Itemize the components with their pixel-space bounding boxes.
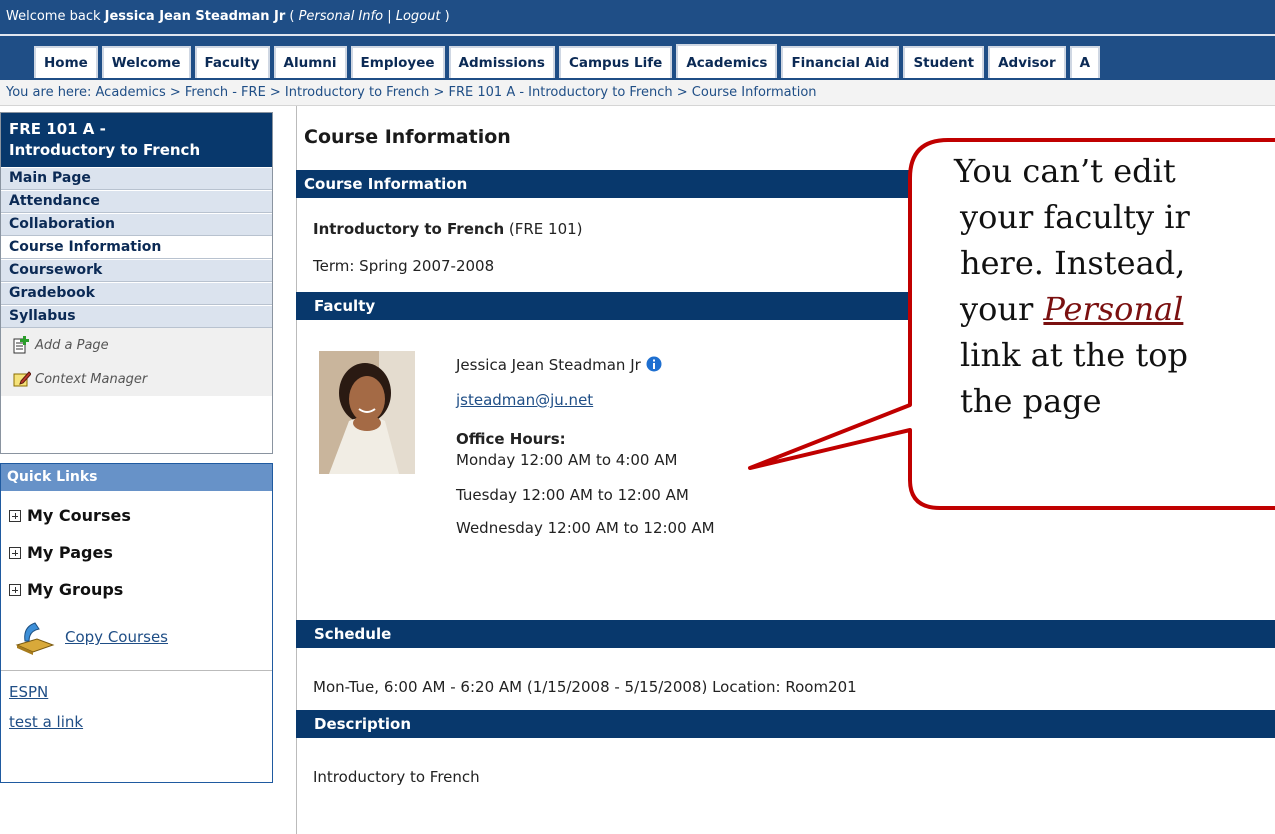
callout-line-4: your Personal (920, 286, 1275, 332)
breadcrumb: You are here: Academics > French - FRE >… (0, 80, 1275, 106)
course-name: Introductory to French (313, 220, 505, 238)
quick-links-heading: Quick Links (1, 464, 272, 491)
quick-link-espn[interactable]: ESPN (1, 677, 272, 707)
tab-financial-aid[interactable]: Financial Aid (781, 46, 900, 78)
faculty-photo (319, 351, 415, 474)
course-code: (FRE 101) (504, 220, 583, 238)
add-page-label: Add a Page (35, 337, 109, 353)
add-page-icon (13, 336, 29, 354)
sidebar-item-gradebook[interactable]: Gradebook (1, 282, 272, 305)
callout-line-5: link at the top (960, 336, 1188, 374)
schedule-header: Schedule (296, 620, 1275, 648)
office-hours-monday: Monday 12:00 AM to 4:00 AM (456, 451, 678, 469)
office-hours-wednesday: Wednesday 12:00 AM to 12:00 AM (456, 519, 715, 537)
sidebar-item-coursework[interactable]: Coursework (1, 259, 272, 282)
tab-faculty[interactable]: Faculty (194, 46, 270, 78)
quick-link-test[interactable]: test a link (1, 707, 272, 737)
tab-welcome[interactable]: Welcome (101, 46, 191, 78)
tab-row: Home Welcome Faculty Alumni Employee Adm… (0, 36, 1275, 80)
personal-info-link[interactable]: Personal Info (299, 9, 383, 24)
my-groups-label: My Groups (27, 580, 124, 599)
tab-campus-life[interactable]: Campus Life (558, 46, 673, 78)
context-manager-icon (13, 371, 31, 387)
description-header: Description (296, 710, 1275, 738)
tab-employee[interactable]: Employee (350, 46, 445, 78)
welcome-text: Welcome back (6, 9, 105, 24)
tab-academics[interactable]: Academics (676, 44, 778, 78)
callout-line-6: the page (960, 382, 1102, 420)
sidebar-item-main-page[interactable]: Main Page (1, 167, 272, 190)
schedule-text: Mon-Tue, 6:00 AM - 6:20 AM (1/15/2008 - … (313, 678, 857, 696)
tab-admissions[interactable]: Admissions (448, 46, 555, 78)
copy-courses-icon (15, 622, 55, 655)
context-manager-link[interactable]: Context Manager (1, 362, 272, 396)
context-manager-label: Context Manager (35, 371, 148, 387)
sidebar-item-attendance[interactable]: Attendance (1, 190, 272, 213)
my-pages-label: My Pages (27, 543, 113, 562)
callout-line-1: You can’t edit (954, 152, 1176, 190)
page-title: Course Information (304, 126, 511, 148)
office-hours-tuesday: Tuesday 12:00 AM to 12:00 AM (456, 486, 689, 504)
separator: | (383, 9, 396, 24)
sidebar-item-course-information[interactable]: Course Information (1, 236, 272, 259)
user-name: Jessica Jean Steadman Jr (104, 9, 286, 24)
quick-links-panel: Quick Links My Courses My Pages My Group… (0, 463, 273, 783)
my-courses-label: My Courses (27, 506, 131, 525)
faculty-name: Jessica Jean Steadman Jr (456, 356, 641, 374)
my-courses-toggle[interactable]: My Courses (1, 497, 272, 534)
office-hours-label: Office Hours: (456, 430, 566, 448)
course-nav: FRE 101 A - Introductory to French Main … (0, 112, 273, 454)
tab-alumni[interactable]: Alumni (273, 46, 347, 78)
main-tabs: Home Welcome Faculty Alumni Employee Adm… (34, 44, 1104, 78)
faculty-email-link[interactable]: jsteadman@ju.net (456, 391, 593, 409)
expand-icon (9, 510, 21, 522)
sidebar-item-collaboration[interactable]: Collaboration (1, 213, 272, 236)
my-pages-toggle[interactable]: My Pages (1, 534, 272, 571)
tab-a-truncated[interactable]: A (1069, 46, 1101, 78)
expand-icon (9, 547, 21, 559)
tab-student[interactable]: Student (903, 46, 985, 78)
paren-close: ) (440, 9, 450, 24)
add-page-link[interactable]: Add a Page (1, 328, 272, 362)
description-text: Introductory to French (313, 768, 480, 786)
course-title-line1: FRE 101 A - (9, 120, 106, 138)
my-groups-toggle[interactable]: My Groups (1, 571, 272, 608)
course-nav-title: FRE 101 A - Introductory to French (1, 113, 272, 167)
welcome-bar: Welcome back Jessica Jean Steadman Jr ( … (0, 0, 1275, 36)
callout-line-3: here. Instead, (960, 244, 1186, 282)
course-term: Term: Spring 2007-2008 (313, 257, 495, 275)
copy-courses-link[interactable]: Copy Courses (65, 628, 168, 646)
callout-line-2: your faculty ir (960, 198, 1190, 236)
info-icon[interactable] (646, 356, 662, 372)
logout-link[interactable]: Logout (396, 9, 441, 24)
copy-courses-row: Copy Courses (1, 608, 272, 666)
callout-personal-link: Personal (1043, 290, 1184, 328)
tab-home[interactable]: Home (34, 46, 98, 78)
faculty-name-row: Jessica Jean Steadman Jr (456, 356, 662, 374)
paren-open: ( (285, 9, 299, 24)
course-title-line2: Introductory to French (9, 141, 201, 159)
sidebar-item-syllabus[interactable]: Syllabus (1, 305, 272, 328)
expand-icon (9, 584, 21, 596)
callout-text: You can’t edit your faculty ir here. Ins… (920, 148, 1275, 508)
tab-advisor[interactable]: Advisor (988, 46, 1066, 78)
course-name-line: Introductory to French (FRE 101) (313, 220, 583, 238)
callout-line-4-pre: your (960, 290, 1044, 328)
